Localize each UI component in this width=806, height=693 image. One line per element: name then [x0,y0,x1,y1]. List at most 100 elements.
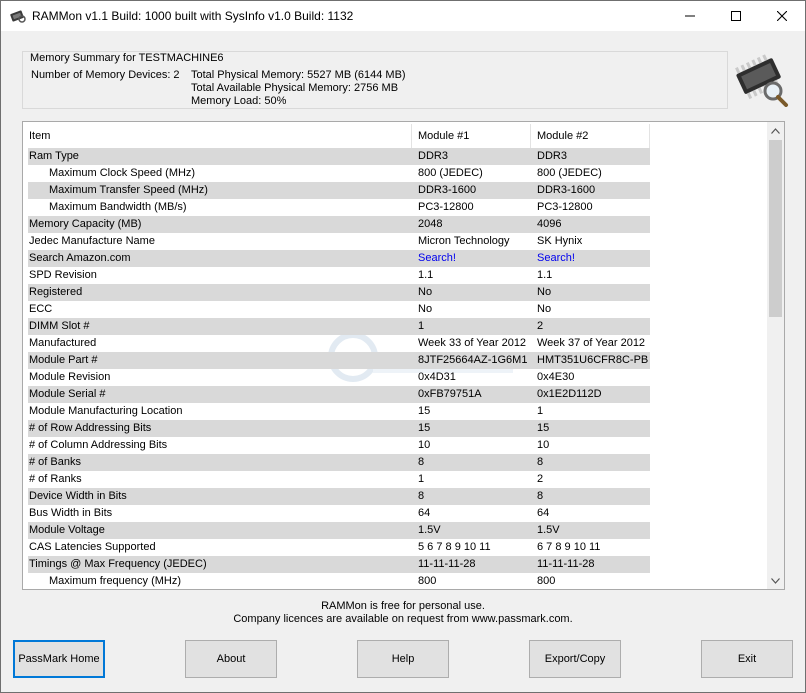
table-row[interactable]: SPD Revision 1.1 1.1 [28,267,650,284]
row-item-label: # of Banks [29,456,81,468]
table-row[interactable]: Module Revision 0x4D31 0x4E30 [28,369,650,386]
table-row[interactable]: Module Manufacturing Location 15 1 [28,403,650,420]
rammon-window: RAMMon v1.1 Build: 1000 built with SysIn… [0,0,806,693]
row-item-label: SPD Revision [29,269,97,281]
module-1-value: Micron Technology [418,235,510,247]
minimize-icon [685,15,695,17]
module-1-value: 8 [418,456,425,468]
table-row[interactable]: Jedec Manufacture Name Micron Technology S… [28,233,650,250]
module-1-search-link[interactable]: Search! [412,250,531,267]
module-details-grid[interactable]: Item Module #1 Module #2 Ram Type DDR3 DDR… [22,121,785,590]
module-1-value: 0x4D31 [418,371,456,383]
module-2-value: 1.5V [537,524,560,536]
module-2-value: 11-11-11-28 [537,558,595,570]
table-row[interactable]: Ram Type DDR3 DDR3 [28,148,650,165]
module-1-value: 8 [418,490,425,502]
module-1-value: 1 [418,473,425,485]
footer-licence-notice: Company licences are available on reques… [233,613,573,625]
module-1-value: Week 33 of Year 2012 [418,337,527,349]
chevron-up-icon [771,127,780,134]
module-2-value: 64 [537,507,550,519]
scroll-up-button[interactable] [767,122,784,139]
row-item-label: Search Amazon.com [29,252,131,264]
table-row[interactable]: Manufactured Week 33 of Year 2012 Week 37 … [28,335,650,352]
window-title: RAMMon v1.1 Build: 1000 built with SysIn… [32,9,354,23]
module-1-value: 8JTF25664AZ-1G6M1 [418,354,528,366]
module-1-value: 15 [418,405,431,417]
table-row[interactable]: Device Width in Bits 8 8 [28,488,650,505]
module-2-value: PC3-12800 [537,201,593,213]
module-2-value: 0x1E2D112D [537,388,602,400]
exit-button[interactable]: Exit [701,640,793,678]
scrollbar-thumb[interactable] [769,140,782,317]
column-header-item[interactable]: Item [28,124,412,148]
minimize-button[interactable] [667,1,713,31]
module-1-value: 1.1 [418,269,434,281]
row-item-label: Jedec Manufacture Name [29,235,155,247]
column-header-module-1[interactable]: Module #1 [412,124,531,148]
module-1-value: DDR3-1600 [418,184,477,196]
grid-table: Item Module #1 Module #2 Ram Type DDR3 DDR… [28,124,650,589]
module-2-value: HMT351U6CFR8C-PB [537,354,649,366]
row-item-label: Module Revision [29,371,111,383]
total-available-memory: Total Available Physical Memory: 2756 MB [191,82,399,94]
ram-chip-magnifier-icon [735,51,789,107]
export-copy-button[interactable]: Export/Copy [529,640,621,678]
module-2-value: 800 (JEDEC) [537,167,602,179]
column-header-module-2[interactable]: Module #2 [531,124,650,148]
module-2-value: 6 7 8 9 10 11 [537,541,601,553]
module-1-value: 0xFB79751A [418,388,482,400]
row-item-label: Bus Width in Bits [29,507,113,519]
table-row[interactable]: Maximum Clock Speed (MHz) 800 (JEDEC) 800 … [28,165,650,182]
vertical-scrollbar[interactable] [767,122,784,589]
module-1-value: PC3-12800 [418,201,474,213]
row-item-label: # of Ranks [29,473,82,485]
row-item-label: Ram Type [29,150,79,162]
table-row[interactable]: Module Part # 8JTF25664AZ-1G6M1 HMT351U6CF… [28,352,650,369]
title-bar[interactable]: RAMMon v1.1 Build: 1000 built with SysIn… [1,1,805,31]
table-row[interactable]: # of Row Addressing Bits 15 15 [28,420,650,437]
row-item-label: Maximum Clock Speed (MHz) [49,167,196,179]
ram-chip-app-icon [9,8,27,24]
module-1-value: 1 [418,320,425,332]
summary-title: Memory Summary for TESTMACHINE6 [30,52,224,64]
module-2-value: SK Hynix [537,235,583,247]
module-1-value: 10 [418,439,431,451]
table-row[interactable]: Maximum Bandwidth (MB/s) PC3-12800 PC3-128… [28,199,650,216]
module-2-value: 2 [537,320,544,332]
row-item-label: Maximum frequency (MHz) [49,575,182,587]
table-row[interactable]: DIMM Slot # 1 2 [28,318,650,335]
table-row[interactable]: Timings @ Max Frequency (JEDEC) 11-11-11-… [28,556,650,573]
table-row[interactable]: Search Amazon.com Search! Search! [28,250,650,267]
table-row[interactable]: ECC No No [28,301,650,318]
scroll-down-button[interactable] [767,572,784,589]
table-row[interactable]: Bus Width in Bits 64 64 [28,505,650,522]
close-button[interactable] [759,1,805,31]
maximize-button[interactable] [713,1,759,31]
about-button[interactable]: About [185,640,277,678]
passmark-home-button[interactable]: PassMark Home [13,640,105,678]
footer-free-notice: RAMMon is free for personal use. [321,600,485,612]
row-item-label: Timings @ Max Frequency (JEDEC) [29,558,207,570]
module-2-value: No [537,286,552,298]
module-1-value: No [418,286,433,298]
table-row[interactable]: Module Voltage 1.5V 1.5V [28,522,650,539]
table-row[interactable]: # of Banks 8 8 [28,454,650,471]
row-item-label: Registered [29,286,83,298]
table-row[interactable]: Maximum frequency (MHz) 800 800 [28,573,650,589]
row-item-label: CAS Latencies Supported [29,541,156,553]
row-item-label: Module Part # [29,354,98,366]
module-1-value: 5 6 7 8 9 10 11 [418,541,491,553]
module-1-value: 800 [418,575,437,587]
table-row[interactable]: Maximum Transfer Speed (MHz) DDR3-1600 DDR… [28,182,650,199]
table-row[interactable]: # of Column Addressing Bits 10 10 [28,437,650,454]
table-row[interactable]: Memory Capacity (MB) 2048 4096 [28,216,650,233]
module-2-search-link[interactable]: Search! [531,250,650,267]
memory-summary-group: Memory Summary for TESTMACHINE6 Number o… [22,51,728,109]
row-item-label: Device Width in Bits [29,490,127,502]
help-button[interactable]: Help [357,640,449,678]
table-row[interactable]: CAS Latencies Supported 5 6 7 8 9 10 11 6 … [28,539,650,556]
table-row[interactable]: Module Serial # 0xFB79751A 0x1E2D112D [28,386,650,403]
table-row[interactable]: Registered No No [28,284,650,301]
table-row[interactable]: # of Ranks 1 2 [28,471,650,488]
